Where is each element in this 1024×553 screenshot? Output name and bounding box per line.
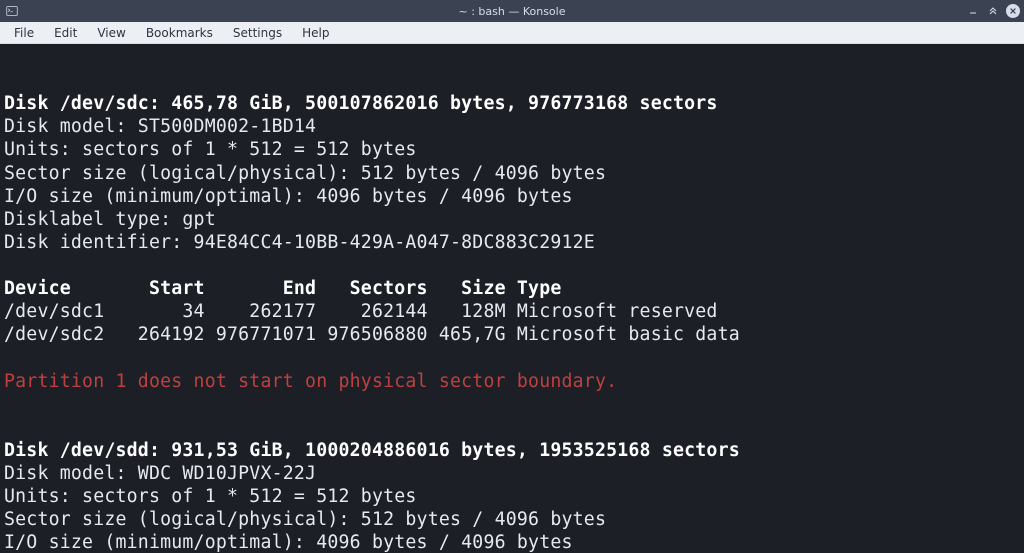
warning-line: Partition 1 does not start on physical s… bbox=[4, 371, 617, 392]
menubar: File Edit View Bookmarks Settings Help bbox=[0, 22, 1024, 44]
terminal-line: I/O size (minimum/optimal): 4096 bytes /… bbox=[4, 532, 573, 553]
app-icon bbox=[6, 5, 18, 17]
maximize-icon[interactable] bbox=[986, 4, 1000, 18]
menu-help[interactable]: Help bbox=[292, 24, 339, 42]
window-controls bbox=[966, 4, 1020, 18]
menu-settings[interactable]: Settings bbox=[223, 24, 292, 42]
menu-view[interactable]: View bbox=[87, 24, 135, 42]
menu-file[interactable]: File bbox=[4, 24, 44, 42]
terminal-line: Disk model: ST500DM002-1BD14 bbox=[4, 116, 316, 137]
window-title: ~ : bash — Konsole bbox=[459, 5, 566, 18]
terminal-line: Units: sectors of 1 * 512 = 512 bytes bbox=[4, 139, 417, 160]
partition-table-row: /dev/sdc2 264192 976771071 976506880 465… bbox=[4, 324, 740, 345]
close-icon[interactable] bbox=[1006, 4, 1020, 18]
partition-table-header: Device Start End Sectors Size Type bbox=[4, 278, 562, 299]
disk-header: Disk /dev/sdd: 931,53 GiB, 1000204886016… bbox=[4, 440, 740, 461]
terminal-line: Disklabel type: gpt bbox=[4, 209, 216, 230]
minimize-icon[interactable] bbox=[966, 4, 980, 18]
window-titlebar: ~ : bash — Konsole bbox=[0, 0, 1024, 22]
terminal-line: Units: sectors of 1 * 512 = 512 bytes bbox=[4, 486, 417, 507]
partition-table-row: /dev/sdc1 34 262177 262144 128M Microsof… bbox=[4, 301, 718, 322]
terminal-line: Disk identifier: 94E84CC4-10BB-429A-A047… bbox=[4, 232, 595, 253]
terminal-line: I/O size (minimum/optimal): 4096 bytes /… bbox=[4, 186, 573, 207]
menu-bookmarks[interactable]: Bookmarks bbox=[136, 24, 223, 42]
menu-edit[interactable]: Edit bbox=[44, 24, 87, 42]
terminal-line: Sector size (logical/physical): 512 byte… bbox=[4, 509, 606, 530]
terminal-output[interactable]: Disk /dev/sdc: 465,78 GiB, 500107862016 … bbox=[0, 44, 1024, 553]
terminal-line: Sector size (logical/physical): 512 byte… bbox=[4, 163, 606, 184]
terminal-line: Disk model: WDC WD10JPVX-22J bbox=[4, 463, 316, 484]
disk-header: Disk /dev/sdc: 465,78 GiB, 500107862016 … bbox=[4, 93, 718, 114]
